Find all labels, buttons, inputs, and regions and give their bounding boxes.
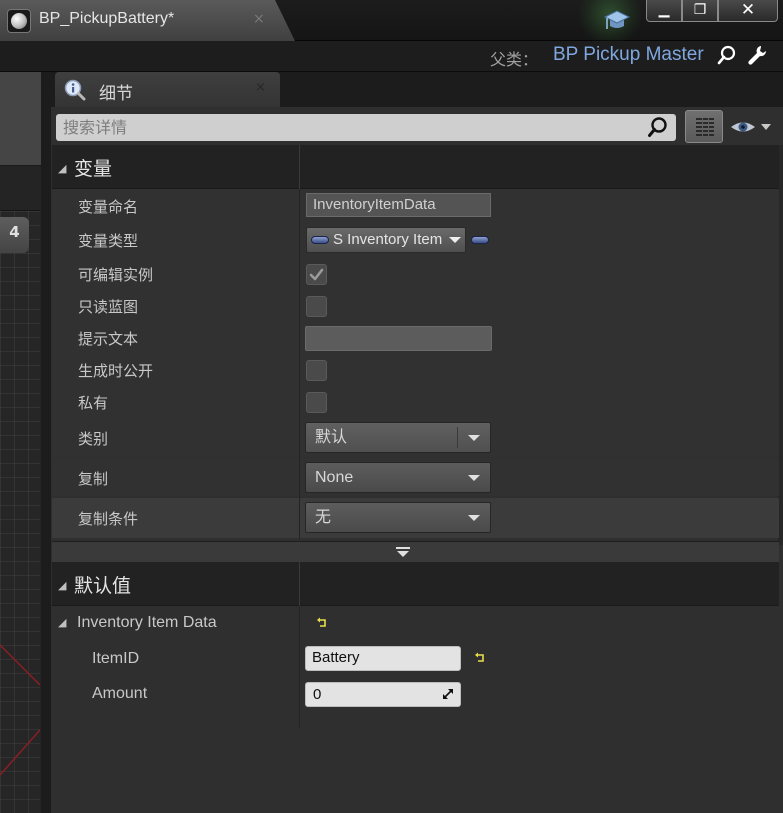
search-icon[interactable] (647, 116, 669, 138)
parent-class-link[interactable]: BP Pickup Master (553, 44, 704, 66)
property-row-private: 私有 (52, 385, 779, 419)
blueprint-icon (7, 9, 31, 33)
reset-to-default-icon[interactable] (316, 617, 328, 629)
struct-expand-triangle-icon[interactable]: ◢ (58, 616, 66, 629)
details-tab[interactable]: 细节 × (55, 72, 280, 107)
graph-wires (0, 644, 40, 776)
expand-chevron-icon (396, 547, 410, 557)
item-id-field[interactable]: Battery (305, 646, 461, 671)
replication-condition-caret-icon (468, 515, 480, 521)
instance-editable-label: 可编辑实例 (78, 266, 154, 284)
property-row-instance-editable: 可编辑实例 (52, 257, 779, 291)
property-matrix-button[interactable] (685, 110, 723, 143)
var-type-caret-icon (449, 237, 461, 243)
maximize-button[interactable]: ❐ (682, 0, 718, 22)
category-label: 类别 (78, 430, 109, 448)
container-type-pill-icon[interactable] (471, 236, 489, 244)
drag-resize-icon[interactable] (442, 688, 454, 700)
details-tab-label: 细节 (99, 84, 133, 104)
item-id-reset-icon[interactable] (474, 652, 486, 664)
replication-condition-dropdown[interactable]: 无 (305, 502, 491, 533)
name-value-splitter-default[interactable] (299, 606, 300, 728)
var-type-value: S Inventory Item (333, 231, 443, 248)
title-bar: BP_PickupBattery* × ▁ ❐ ✕ (0, 0, 783, 46)
blueprint-readonly-checkbox[interactable] (306, 296, 327, 317)
column-divider[interactable] (299, 145, 300, 189)
document-tab-title: BP_PickupBattery* (39, 10, 175, 27)
details-tab-close-button[interactable]: × (255, 80, 266, 95)
zoom-level-badge: 4 (0, 217, 29, 253)
item-id-label: ItemID (92, 650, 140, 667)
tooltip-field[interactable] (305, 326, 492, 351)
collapse-triangle-icon[interactable]: ◢ (58, 162, 66, 175)
private-label: 私有 (78, 394, 109, 412)
advanced-expander[interactable] (52, 541, 779, 563)
replication-caret-icon (468, 475, 480, 481)
struct-label: Inventory Item Data (77, 614, 217, 631)
struct-row: ◢ Inventory Item Data (52, 606, 779, 641)
property-row-expose-on-spawn: 生成时公开 (52, 353, 779, 387)
close-window-button[interactable]: ✕ (718, 0, 778, 22)
replication-condition-label: 复制条件 (78, 510, 139, 528)
amount-spinbox[interactable]: 0 (305, 682, 461, 707)
default-category-title: 默认值 (74, 575, 132, 597)
private-checkbox[interactable] (306, 392, 327, 413)
variable-category-title: 变量 (74, 158, 113, 180)
replication-label: 复制 (78, 470, 109, 488)
document-tab-close-button[interactable]: × (253, 11, 265, 27)
column-divider[interactable] (299, 562, 300, 606)
instance-editable-checkbox[interactable] (306, 264, 327, 285)
details-search-input[interactable] (56, 114, 676, 141)
amount-value: 0 (313, 686, 322, 703)
var-name-label: 变量命名 (78, 198, 139, 216)
property-row-blueprint-readonly: 只读蓝图 (52, 289, 779, 323)
category-caret-icon (468, 435, 480, 441)
default-category-header[interactable]: ◢ 默认值 (52, 562, 779, 606)
tooltip-label: 提示文本 (78, 330, 139, 348)
minimize-button[interactable]: ▁ (646, 0, 682, 22)
blueprint-readonly-label: 只读蓝图 (78, 298, 139, 316)
amount-label: Amount (92, 685, 148, 702)
expose-on-spawn-label: 生成时公开 (78, 362, 154, 380)
visibility-filter-button[interactable] (729, 116, 775, 138)
panel-divider[interactable] (41, 72, 51, 813)
parent-class-label: 父类： (490, 50, 539, 69)
zoom-level-value: 4 (9, 223, 20, 241)
left-panel-top (0, 72, 41, 166)
grid-view-icon (696, 118, 714, 136)
replication-value: None (315, 469, 354, 486)
replication-dropdown[interactable]: None (305, 462, 491, 493)
wrench-icon[interactable] (746, 44, 768, 66)
var-type-label: 变量类型 (78, 232, 139, 250)
parent-class-bar: 父类： BP Pickup Master (0, 41, 783, 72)
combo-separator (457, 427, 458, 448)
variable-category-header[interactable]: ◢ 变量 (52, 145, 779, 189)
magnifier-icon[interactable] (717, 45, 737, 65)
category-value: 默认 (315, 429, 348, 446)
var-type-dropdown[interactable]: S Inventory Item (306, 227, 466, 253)
details-search-box[interactable] (56, 114, 676, 141)
expose-on-spawn-checkbox[interactable] (306, 360, 327, 381)
collapse-triangle-icon[interactable]: ◢ (58, 579, 66, 592)
check-icon (309, 268, 324, 281)
document-tab[interactable]: BP_PickupBattery* × (0, 0, 295, 41)
name-value-splitter[interactable] (299, 189, 300, 539)
var-name-field[interactable]: InventoryItemData (306, 193, 491, 217)
info-magnifier-icon (64, 79, 86, 101)
struct-type-pill-icon (311, 236, 329, 244)
category-combobox[interactable]: 默认 (305, 422, 491, 453)
replication-condition-value: 无 (315, 509, 332, 526)
learning-cap-icon[interactable] (602, 7, 632, 33)
